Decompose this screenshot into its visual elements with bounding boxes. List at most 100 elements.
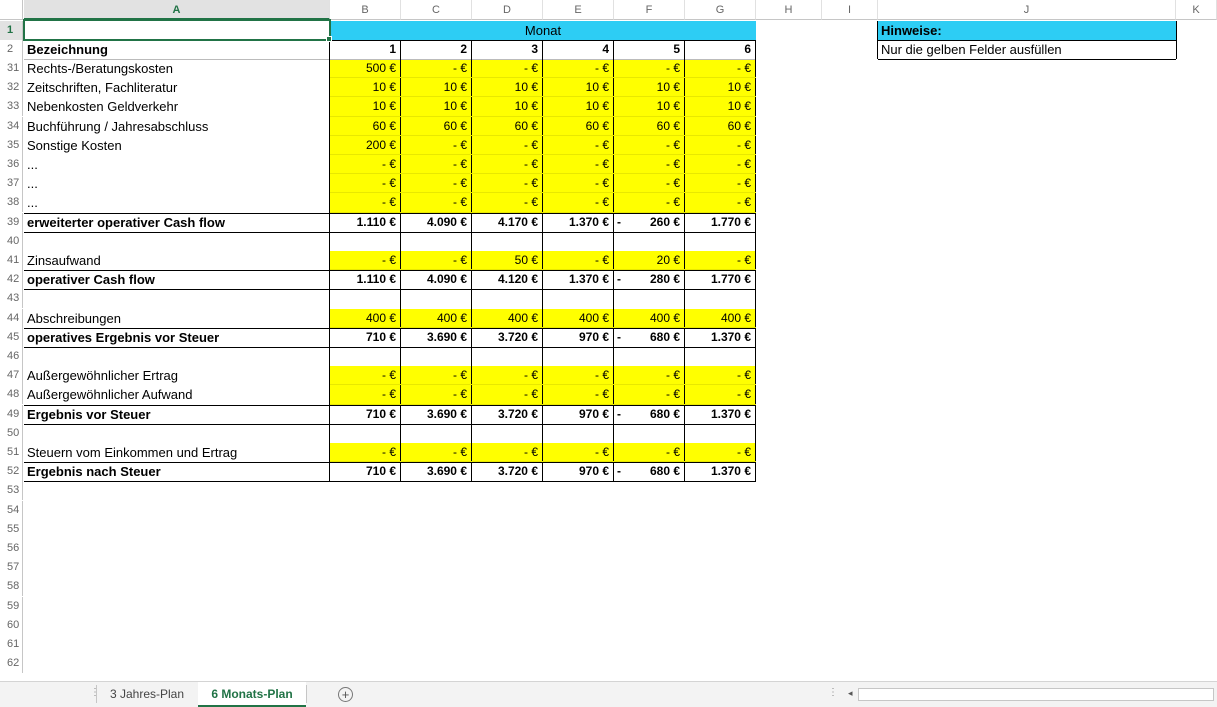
row-header-38[interactable]: 38 [0,193,23,213]
row-header-42[interactable]: 42 [0,270,23,290]
row-header-58[interactable]: 58 [0,577,23,597]
row-header-49[interactable]: 49 [0,404,23,424]
value-cell[interactable]: - € [685,366,756,386]
value-cell[interactable]: - € [330,385,401,405]
value-cell[interactable]: 10 € [401,78,472,98]
value-cell[interactable]: 10 € [472,78,543,98]
value-cell[interactable] [472,347,543,366]
row-label[interactable]: Zinsaufwand [24,251,329,270]
row-header-54[interactable]: 54 [0,500,23,520]
value-cell[interactable] [401,347,472,366]
value-cell[interactable]: 4.090 € [401,213,472,232]
value-cell[interactable]: - € [543,443,614,463]
row-header-37[interactable]: 37 [0,174,23,194]
row-label[interactable]: Zeitschriften, Fachliteratur [24,78,329,97]
value-cell[interactable]: 3.690 € [401,405,472,424]
column-header-g[interactable]: G [685,0,756,20]
row-header-46[interactable]: 46 [0,347,23,366]
value-cell[interactable]: - € [330,251,401,271]
column-header-b[interactable]: B [330,0,401,20]
column-header-a[interactable]: A [24,0,330,20]
split-handle-dots[interactable]: ⋮ [828,687,838,698]
tab-6-monats-plan[interactable]: 6 Monats-Plan [198,682,306,707]
value-cell[interactable]: - € [330,193,401,213]
row-header-51[interactable]: 51 [0,443,23,462]
value-cell[interactable]: 10 € [330,97,401,117]
column-header-h[interactable]: H [756,0,822,20]
value-cell[interactable]: - € [685,59,756,79]
month-number-3[interactable]: 3 [472,40,543,59]
value-cell[interactable]: - € [401,251,472,271]
value-cell[interactable]: - € [685,251,756,271]
value-cell[interactable] [401,289,472,308]
value-cell[interactable] [614,289,685,308]
value-cell[interactable]: - € [401,135,472,155]
row-header-55[interactable]: 55 [0,519,23,539]
monat-header-cell[interactable]: Monat [330,21,756,40]
hints-text[interactable]: Nur die gelben Felder ausfüllen [878,40,1176,59]
value-cell[interactable]: 4.170 € [472,213,543,232]
value-cell[interactable]: 3.720 € [472,405,543,424]
row-header-39[interactable]: 39 [0,212,23,232]
row-header-43[interactable]: 43 [0,289,23,309]
value-cell[interactable] [685,289,756,308]
value-cell[interactable]: - € [614,385,685,405]
row-header-56[interactable]: 56 [0,539,23,558]
row-header-60[interactable]: 60 [0,615,23,635]
value-cell[interactable]: 60 € [614,116,685,136]
value-cell[interactable]: 3.690 € [401,462,472,481]
column-header-d[interactable]: D [472,0,543,20]
value-cell[interactable]: 1.370 € [543,213,614,232]
value-cell[interactable]: 10 € [543,97,614,117]
value-cell[interactable]: 10 € [685,97,756,117]
month-number-4[interactable]: 4 [543,40,614,59]
value-cell[interactable]: - € [614,59,685,79]
value-cell[interactable]: - € [472,155,543,175]
value-cell[interactable]: 400 € [614,308,685,328]
value-cell[interactable]: 10 € [614,78,685,98]
row-label[interactable]: Rechts-/Beratungskosten [24,59,329,78]
value-cell[interactable]: - € [543,193,614,213]
value-cell[interactable]: 970 € [543,328,614,347]
value-cell[interactable]: 60 € [401,116,472,136]
column-header-k[interactable]: K [1176,0,1217,20]
row-header-35[interactable]: 35 [0,135,23,155]
value-cell[interactable]: 1.370 € [685,462,756,481]
row-label[interactable]: operativer Cash flow [24,270,329,289]
month-number-5[interactable]: 5 [614,40,685,59]
value-cell[interactable] [614,347,685,366]
value-cell[interactable]: 680 € - [614,462,685,481]
value-cell[interactable]: 10 € [472,97,543,117]
scroll-left-icon[interactable]: ◂ [848,688,853,699]
value-cell[interactable]: 1.370 € [543,270,614,289]
value-cell[interactable]: 400 € [685,308,756,328]
value-cell[interactable]: 3.720 € [472,462,543,481]
row-header-40[interactable]: 40 [0,231,23,251]
column-header-j[interactable]: J [878,0,1176,20]
value-cell[interactable]: 1.770 € [685,270,756,289]
row-label[interactable]: ... [24,193,329,212]
value-cell[interactable]: 710 € [330,405,401,424]
bezeichnung-header[interactable]: Bezeichnung [24,40,329,59]
value-cell[interactable]: - € [614,193,685,213]
value-cell[interactable]: - € [472,174,543,194]
value-cell[interactable]: - € [472,443,543,463]
value-cell[interactable]: - € [543,59,614,79]
value-cell[interactable]: 10 € [543,78,614,98]
value-cell[interactable] [472,289,543,308]
value-cell[interactable] [614,424,685,443]
value-cell[interactable]: - € [401,193,472,213]
row-header-53[interactable]: 53 [0,481,23,501]
value-cell[interactable]: 710 € [330,328,401,347]
row-label[interactable]: Ergebnis nach Steuer [24,462,329,481]
value-cell[interactable]: - € [685,155,756,175]
value-cell[interactable]: 10 € [685,78,756,98]
value-cell[interactable]: 10 € [614,97,685,117]
tab-3-jahres-plan[interactable]: 3 Jahres-Plan [97,682,197,707]
value-cell[interactable]: 400 € [401,308,472,328]
value-cell[interactable]: 400 € [543,308,614,328]
row-label[interactable]: Sonstige Kosten [24,136,329,155]
value-cell[interactable]: - € [543,251,614,271]
value-cell[interactable]: 400 € [330,308,401,328]
value-cell[interactable]: - € [401,366,472,386]
